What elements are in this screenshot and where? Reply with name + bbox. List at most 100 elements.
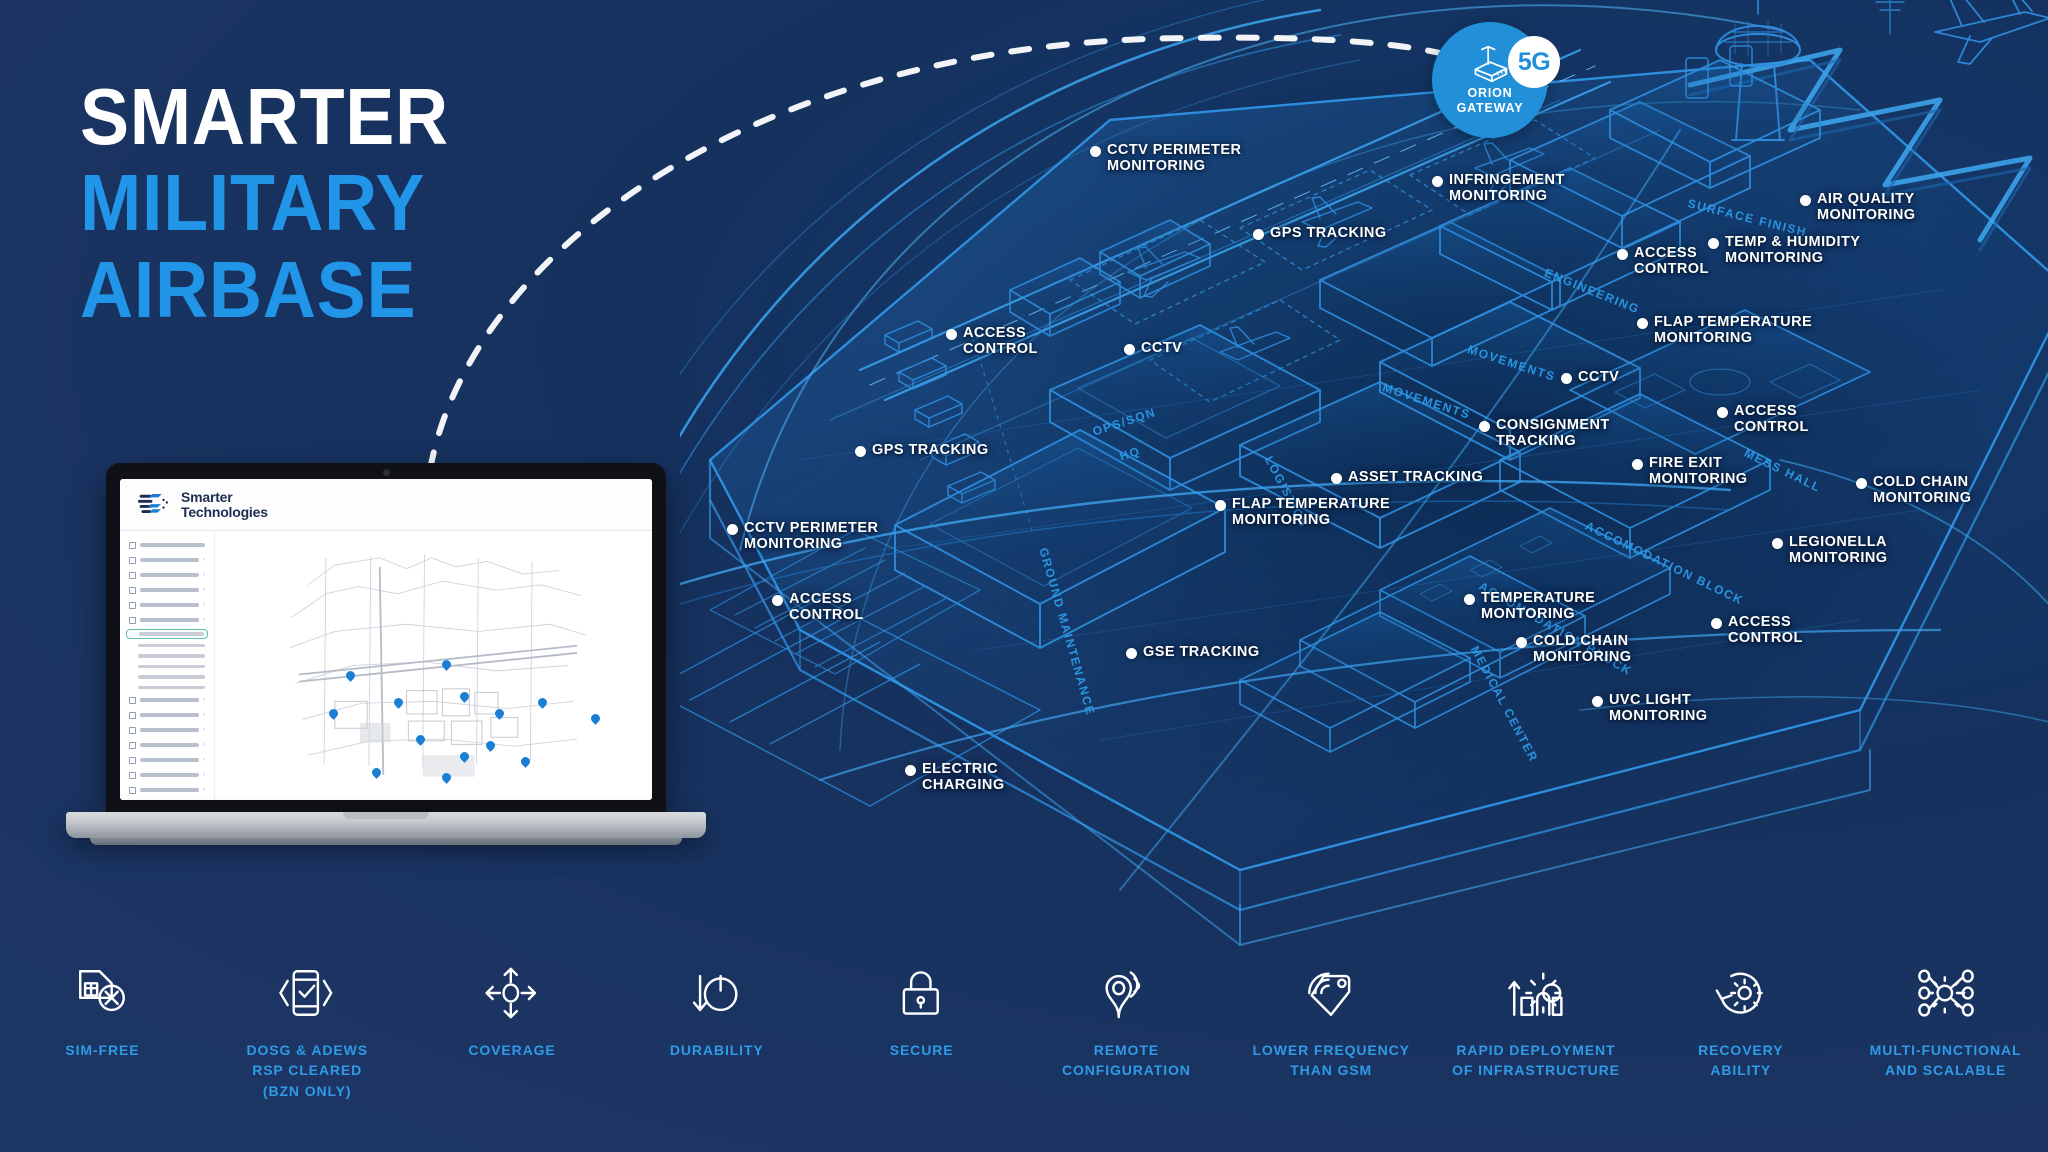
map-pin-icon[interactable]	[392, 695, 406, 710]
sensor-label[interactable]: COLD CHAIN MONITORING	[1856, 474, 1971, 506]
feature-item[interactable]: RECOVERY ABILITY	[1638, 952, 1843, 1081]
sensor-label[interactable]: ACCESS CONTROL	[1711, 614, 1803, 646]
sidebar-item[interactable]: ›	[126, 769, 208, 781]
sidebar-subitem[interactable]	[126, 642, 208, 650]
title-line-1: SMARTER	[80, 72, 449, 161]
sidebar-subitem-label	[138, 664, 205, 668]
sidebar-subitem[interactable]	[126, 684, 208, 692]
sensor-dot-icon	[1717, 407, 1728, 418]
map-pin-icon[interactable]	[344, 669, 357, 683]
map-pin-icon[interactable]	[519, 755, 532, 769]
sidebar-item[interactable]: ›	[126, 739, 208, 751]
sidebar-item-label	[140, 573, 199, 577]
sidebar-item[interactable]: ›	[126, 784, 208, 796]
sensor-label[interactable]: CCTV	[1124, 340, 1182, 357]
sidebar-subitem[interactable]	[126, 673, 208, 681]
sidebar-subitem[interactable]	[126, 652, 208, 660]
sensor-dot-icon	[1432, 176, 1443, 187]
feature-label: MULTI-FUNCTIONAL AND SCALABLE	[1869, 1042, 2022, 1079]
feature-item[interactable]: DOSG & ADEWS RSP CLEARED (BZN ONLY)	[205, 952, 410, 1101]
feature-item[interactable]: LOWER FREQUENCY THAN GSM	[1229, 952, 1434, 1081]
sidebar-subitem[interactable]	[126, 629, 208, 639]
sidebar-item-label	[140, 543, 205, 547]
sensor-label[interactable]: INFRINGEMENT MONITORING	[1432, 172, 1565, 204]
orion-gateway-badge[interactable]: ORION GATEWAY 5G	[1432, 22, 1560, 150]
sidebar-item[interactable]: ›	[126, 754, 208, 766]
sidebar-subitem[interactable]	[126, 663, 208, 671]
sensor-dot-icon	[1479, 421, 1490, 432]
sensor-label[interactable]: ACCESS CONTROL	[946, 325, 1038, 357]
feature-item[interactable]: MULTI-FUNCTIONAL AND SCALABLE	[1843, 952, 2048, 1081]
sidebar-item[interactable]: ›	[126, 554, 208, 566]
feature-item[interactable]: REMOTE CONFIGURATION	[1024, 952, 1229, 1081]
sensor-label[interactable]: ELECTRIC CHARGING	[905, 761, 1005, 793]
sidebar-item[interactable]: ›	[126, 584, 208, 596]
sensor-label-text: TEMP & HUMIDITY MONITORING	[1725, 234, 1861, 266]
sensor-label[interactable]: FLAP TEMPERATURE MONITORING	[1637, 314, 1813, 346]
sensor-dot-icon	[855, 446, 866, 457]
dashboard-sidebar[interactable]: ›››››››››››››››	[120, 531, 215, 800]
sensor-label[interactable]: TEMPERATURE MONTORING	[1464, 590, 1595, 622]
map-pin-icon[interactable]	[492, 706, 506, 721]
router-antenna-icon	[1474, 45, 1508, 82]
sensor-label-text: FLAP TEMPERATURE MONITORING	[1654, 314, 1813, 346]
map-pin-icon[interactable]	[484, 738, 497, 753]
laptop-notch	[343, 812, 429, 819]
sensor-label[interactable]: GPS TRACKING	[855, 442, 989, 459]
sensor-label[interactable]: FLAP TEMPERATURE MONITORING	[1215, 496, 1390, 528]
network-gear-nodes-icon	[1917, 962, 1975, 1024]
sidebar-item[interactable]: ›	[126, 599, 208, 611]
sensor-label[interactable]: ACCESS CONTROL	[772, 591, 864, 623]
map-pin-icon[interactable]	[414, 733, 427, 747]
sensor-label[interactable]: TEMP & HUMIDITY MONITORING	[1708, 234, 1861, 266]
feature-item[interactable]: DURABILITY	[614, 952, 819, 1060]
sidebar-item[interactable]: ›	[126, 799, 208, 800]
sensor-label[interactable]: UVC LIGHT MONITORING	[1592, 692, 1708, 724]
sensor-label[interactable]: COLD CHAIN MONITORING	[1516, 633, 1631, 665]
gps-icon	[129, 571, 136, 579]
sensor-label[interactable]: ACCESS CONTROL	[1717, 403, 1809, 435]
sidebar-item[interactable]	[126, 539, 208, 551]
sensor-label[interactable]: ASSET TRACKING	[1331, 469, 1483, 486]
sensor-label[interactable]: CCTV PERIMETER MONITORING	[1090, 142, 1241, 174]
sensor-label-text: GPS TRACKING	[872, 442, 989, 458]
dashboard-map-panel[interactable]	[215, 531, 652, 800]
map-pin-icon[interactable]	[440, 771, 454, 785]
sidebar-item[interactable]: ›	[126, 724, 208, 736]
sensor-dot-icon	[946, 329, 957, 340]
map-pin-icon[interactable]	[536, 695, 550, 710]
sidebar-item[interactable]: ›	[126, 614, 208, 626]
sensor-label-text: GSE TRACKING	[1143, 644, 1260, 660]
sensor-label[interactable]: LEGIONELLA MONITORING	[1772, 534, 1887, 566]
sensor-label[interactable]: GSE TRACKING	[1126, 644, 1260, 661]
map-pin-icon[interactable]	[370, 765, 384, 780]
feature-label: COVERAGE	[468, 1042, 556, 1058]
sensor-label[interactable]: GPS TRACKING	[1253, 225, 1387, 242]
chevron-right-icon: ›	[203, 757, 205, 763]
sidebar-item[interactable]: ›	[126, 569, 208, 581]
feature-item[interactable]: COVERAGE	[410, 952, 615, 1060]
map-pin-icon[interactable]	[588, 712, 602, 726]
chevron-right-icon: ›	[203, 697, 205, 703]
sensor-label[interactable]: ACCESS CONTROL	[1617, 245, 1709, 277]
location-icon	[129, 556, 136, 564]
feature-item[interactable]: RAPID DEPLOYMENT OF INFRASTRUCTURE	[1434, 952, 1639, 1081]
sensor-label-text: UVC LIGHT MONITORING	[1609, 692, 1708, 724]
sensor-label[interactable]: CCTV	[1561, 369, 1619, 386]
sensor-label[interactable]: AIR QUALITY MONITORING	[1800, 191, 1915, 223]
map-pin-icon[interactable]	[457, 749, 471, 764]
map-pin-icon[interactable]	[457, 690, 471, 704]
feature-item[interactable]: SECURE	[819, 952, 1024, 1060]
sidebar-item[interactable]: ›	[126, 709, 208, 721]
sensor-label[interactable]: FIRE EXIT MONITORING	[1632, 455, 1747, 487]
gateway-name-line-1: ORION	[1467, 85, 1513, 100]
sensor-label[interactable]: CCTV PERIMETER MONITORING	[727, 520, 878, 552]
sidebar-item-label	[140, 713, 199, 717]
feature-item[interactable]: SIM-FREE	[0, 952, 205, 1060]
sensor-label[interactable]: CONSIGNMENT TRACKING	[1479, 417, 1610, 449]
map-pin-icon[interactable]	[326, 706, 340, 721]
sidebar-item[interactable]: ›	[126, 694, 208, 706]
map-pin-icon[interactable]	[440, 658, 454, 672]
dashboard-body: ›››››››››››››››	[120, 531, 652, 800]
dashboard-brand: Smarter Technologies	[181, 490, 268, 519]
